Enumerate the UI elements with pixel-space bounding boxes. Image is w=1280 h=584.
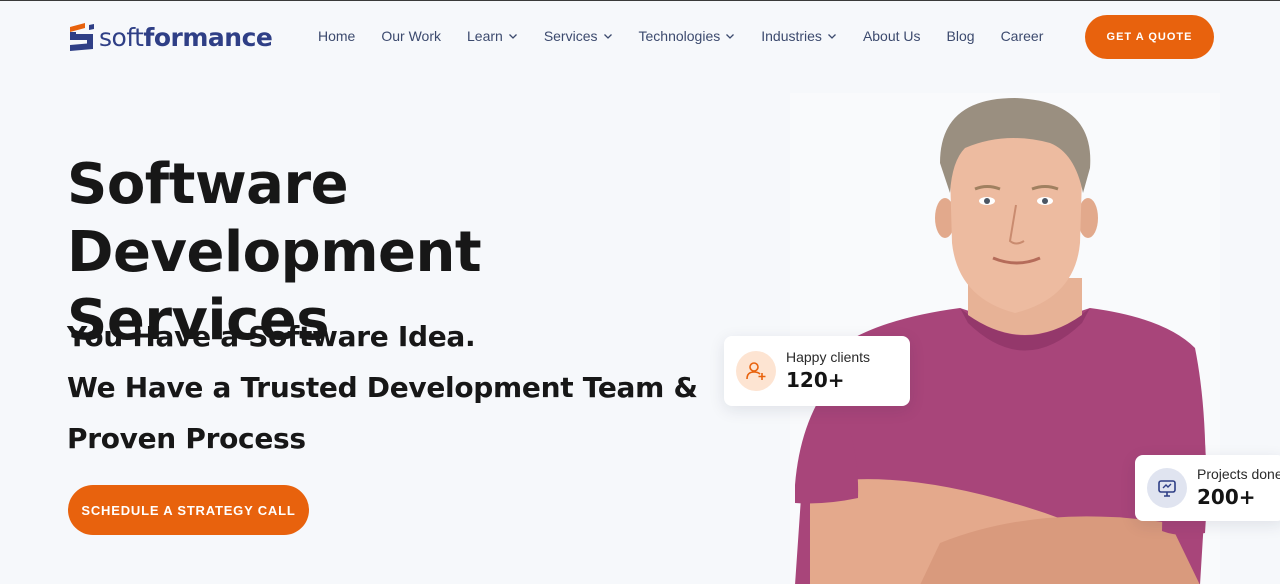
stat-value: 120+ — [786, 368, 845, 392]
nav-item-label: Technologies — [638, 28, 721, 44]
nav-item-label: Services — [543, 28, 598, 44]
nav-item-label: Career — [1000, 28, 1044, 44]
main-nav: Home Our Work Learn Services Technologie… — [318, 28, 1069, 44]
nav-item-learn[interactable]: Learn — [467, 28, 518, 44]
brand-name-bold: formance — [143, 22, 273, 52]
get-quote-button[interactable]: GET A QUOTE — [1085, 15, 1214, 59]
hero-subtitle: You Have a Software Idea. We Have a Trus… — [67, 311, 707, 464]
chevron-down-icon — [508, 34, 517, 39]
stat-card-happy-clients: Happy clients 120+ — [724, 336, 910, 406]
nav-item-technologies[interactable]: Technologies — [639, 28, 736, 44]
stat-label: Projects done — [1197, 466, 1280, 482]
nav-item-industries[interactable]: Industries — [761, 28, 837, 44]
add-user-icon — [746, 362, 766, 380]
stat-label: Happy clients — [786, 349, 871, 365]
nav-item-about-us[interactable]: About Us — [863, 28, 921, 44]
stat-value: 200+ — [1197, 485, 1256, 509]
logo-mark-icon — [70, 23, 94, 51]
stat-icon-badge — [736, 351, 776, 391]
hero-title-line: Software Development — [67, 152, 482, 285]
nav-item-career[interactable]: Career — [1001, 28, 1044, 44]
nav-item-label: About Us — [862, 28, 921, 44]
stat-icon-badge — [1147, 468, 1187, 508]
brand-logo[interactable]: softformance — [67, 20, 273, 54]
site-header: softformance Home Our Work Learn Service… — [0, 1, 1280, 73]
monitor-chart-icon — [1158, 480, 1176, 497]
nav-item-blog[interactable]: Blog — [947, 28, 975, 44]
nav-item-label: Industries — [761, 28, 822, 44]
stat-text: Happy clients 120+ — [786, 348, 870, 394]
chevron-down-icon — [827, 34, 836, 39]
nav-item-label: Learn — [467, 28, 503, 44]
hero-subtitle-line: Proven Process — [67, 422, 306, 455]
nav-item-our-work[interactable]: Our Work — [381, 28, 441, 44]
nav-item-services[interactable]: Services — [544, 28, 613, 44]
nav-item-label: Home — [318, 28, 356, 44]
nav-item-home[interactable]: Home — [318, 28, 355, 44]
hero-subtitle-line: You Have a Software Idea. — [67, 320, 476, 353]
stat-text: Projects done 200+ — [1197, 465, 1280, 511]
schedule-call-button[interactable]: SCHEDULE A STRATEGY CALL — [68, 485, 309, 535]
brand-wordmark: softformance — [99, 22, 273, 52]
chevron-down-icon — [603, 34, 612, 39]
nav-item-label: Our Work — [381, 28, 441, 44]
chevron-down-icon — [726, 34, 735, 39]
hero-subtitle-line: We Have a Trusted Development Team & — [67, 371, 698, 404]
brand-name-light: soft — [99, 22, 144, 52]
stat-card-projects-done: Projects done 200+ — [1135, 455, 1280, 521]
nav-item-label: Blog — [946, 28, 975, 44]
